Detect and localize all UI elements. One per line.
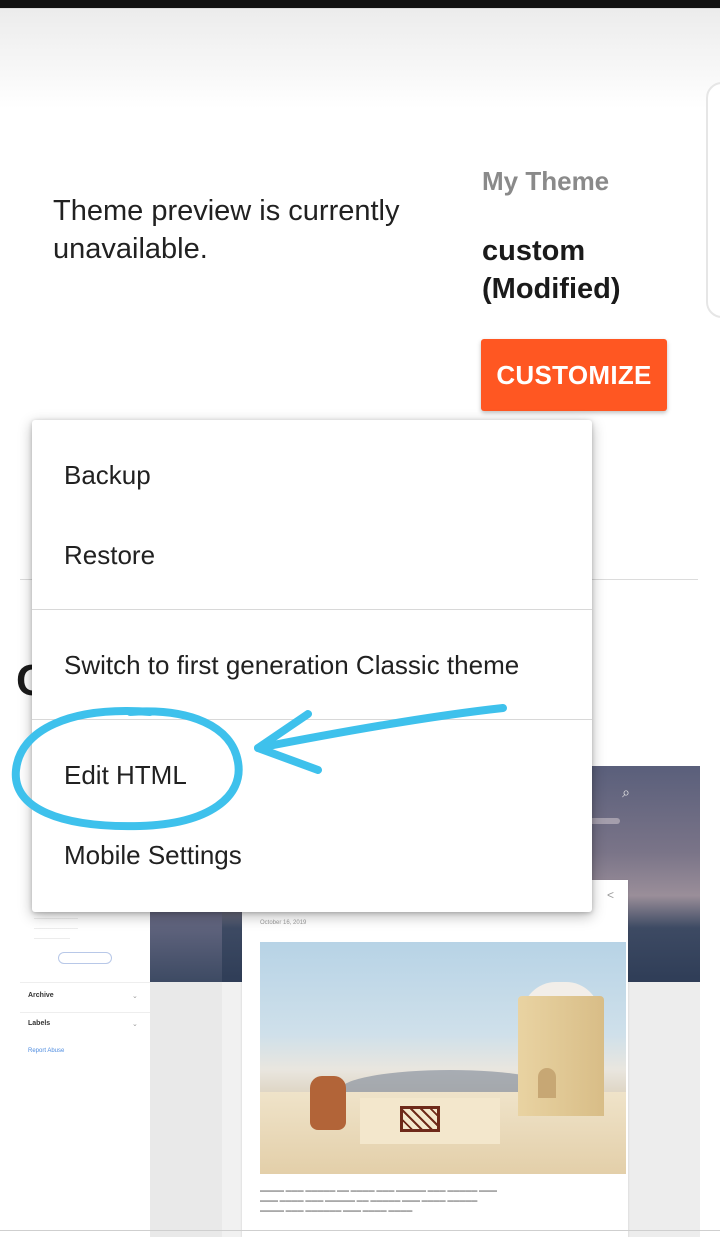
sidebar-text-line: ·················· [34,936,70,942]
sidebar-row-archive: Archive ⌄ [28,992,138,1000]
app-bar [0,8,720,109]
customize-button[interactable]: CUSTOMIZE [481,339,667,411]
my-theme-label: My Theme [482,166,610,196]
menu-divider [32,719,592,720]
sidebar-button [58,952,112,964]
sidebar-divider [20,982,150,983]
status-bar [0,0,720,8]
theme-preview-message: Theme preview is currently unavailable. [53,195,400,265]
post-excerpt: ▬▬▬▬ ▬▬▬ ▬▬▬▬▬ ▬▬ ▬▬▬▬ ▬▬▬ ▬▬▬▬▬ ▬▬▬ ▬▬▬… [260,1188,498,1214]
share-icon: < [606,888,614,902]
bottom-divider [0,1230,720,1231]
theme-options-menu: Backup Restore Switch to first generatio… [32,420,592,912]
menu-item-edit-html[interactable]: Edit HTML [32,740,592,810]
theme-name: custom (Modified) [482,235,621,305]
sidebar-report-link: Report Abuse [28,1048,65,1054]
menu-item-backup[interactable]: Backup [32,440,592,510]
thumbnail-background [628,982,700,1237]
post-date: October 16, 2019 [260,920,307,926]
post-photo [260,942,626,1174]
search-icon: ⌕ [622,784,630,800]
menu-item-restore[interactable]: Restore [32,520,592,590]
thumbnail-post-card: < October 16, 2019 ▬▬▬▬ ▬▬▬ ▬▬▬▬▬ ▬▬ ▬▬▬… [242,880,628,1237]
sidebar-text-line: ······················ [34,916,78,922]
sidebar-text-line: ······················ [34,926,78,932]
menu-divider [32,609,592,610]
menu-item-switch-classic[interactable]: Switch to first generation Classic theme [32,630,592,700]
side-card-edge[interactable] [706,82,720,318]
sidebar-divider [20,1012,150,1013]
chevron-down-icon: ⌄ [132,993,138,1000]
thumbnail-background [150,982,222,1237]
sidebar-row-labels: Labels ⌄ [28,1020,138,1028]
thumbnail-header-strip [150,906,222,982]
menu-item-mobile-settings[interactable]: Mobile Settings [32,820,592,890]
chevron-down-icon: ⌄ [132,1021,138,1028]
